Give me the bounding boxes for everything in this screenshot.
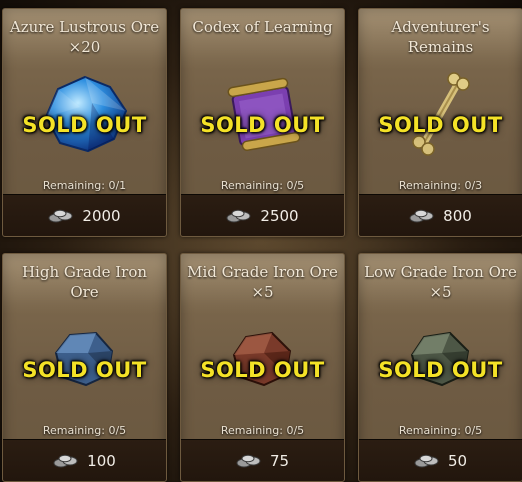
shop-item-card[interactable]: High Grade Iron Ore SOLD OUT Remaining: … <box>2 253 167 482</box>
shop-item-grid: Azure Lustrous Ore ×20 SOLD OUT Remainin… <box>0 0 522 482</box>
coins-icon <box>226 209 251 222</box>
price-bar: 100 <box>3 439 166 481</box>
sold-out-label: SOLD OUT <box>200 358 325 382</box>
coins-icon <box>414 454 439 467</box>
price-bar: 50 <box>359 439 522 481</box>
coins-icon <box>48 209 73 222</box>
sold-out-label: SOLD OUT <box>200 113 325 137</box>
price-bar: 800 <box>359 194 522 236</box>
shop-item-card[interactable]: Adventurer's Remains SOLD OUT Remaining:… <box>358 8 522 237</box>
item-title: Mid Grade Iron Ore ×5 <box>187 263 338 301</box>
shop-item-card[interactable]: Codex of Learning SOLD OUT Remaining: 0/… <box>180 8 345 237</box>
sold-out-label: SOLD OUT <box>22 358 147 382</box>
item-title: Azure Lustrous Ore ×20 <box>9 18 160 56</box>
price-value: 100 <box>87 451 116 470</box>
coins-icon <box>53 454 78 467</box>
price-bar: 2500 <box>181 194 344 236</box>
price-bar: 2000 <box>3 194 166 236</box>
price-bar: 75 <box>181 439 344 481</box>
coins-icon <box>236 454 261 467</box>
price-value: 2500 <box>260 206 299 225</box>
price-value: 75 <box>269 451 290 470</box>
coins-icon <box>409 209 434 222</box>
sold-out-label: SOLD OUT <box>22 113 147 137</box>
shop-item-card[interactable]: Mid Grade Iron Ore ×5 SOLD OUT Remaining… <box>180 253 345 482</box>
remaining-count: Remaining: 0/5 <box>220 179 305 192</box>
price-value: 800 <box>443 206 472 225</box>
sold-out-label: SOLD OUT <box>378 358 503 382</box>
price-value: 50 <box>447 451 468 470</box>
item-title: High Grade Iron Ore <box>21 263 148 301</box>
shop-item-card[interactable]: Low Grade Iron Ore ×5 SOLD OUT Remaining… <box>358 253 522 482</box>
price-value: 2000 <box>82 206 121 225</box>
remaining-count: Remaining: 0/1 <box>42 179 127 192</box>
sold-out-label: SOLD OUT <box>378 113 503 137</box>
item-title: Adventurer's Remains <box>391 18 490 56</box>
item-title: Low Grade Iron Ore ×5 <box>364 263 517 301</box>
remaining-count: Remaining: 0/5 <box>398 424 483 437</box>
item-title: Codex of Learning <box>192 18 333 36</box>
shop-item-card[interactable]: Azure Lustrous Ore ×20 SOLD OUT Remainin… <box>2 8 167 237</box>
remaining-count: Remaining: 0/3 <box>398 179 483 192</box>
remaining-count: Remaining: 0/5 <box>42 424 127 437</box>
remaining-count: Remaining: 0/5 <box>220 424 305 437</box>
